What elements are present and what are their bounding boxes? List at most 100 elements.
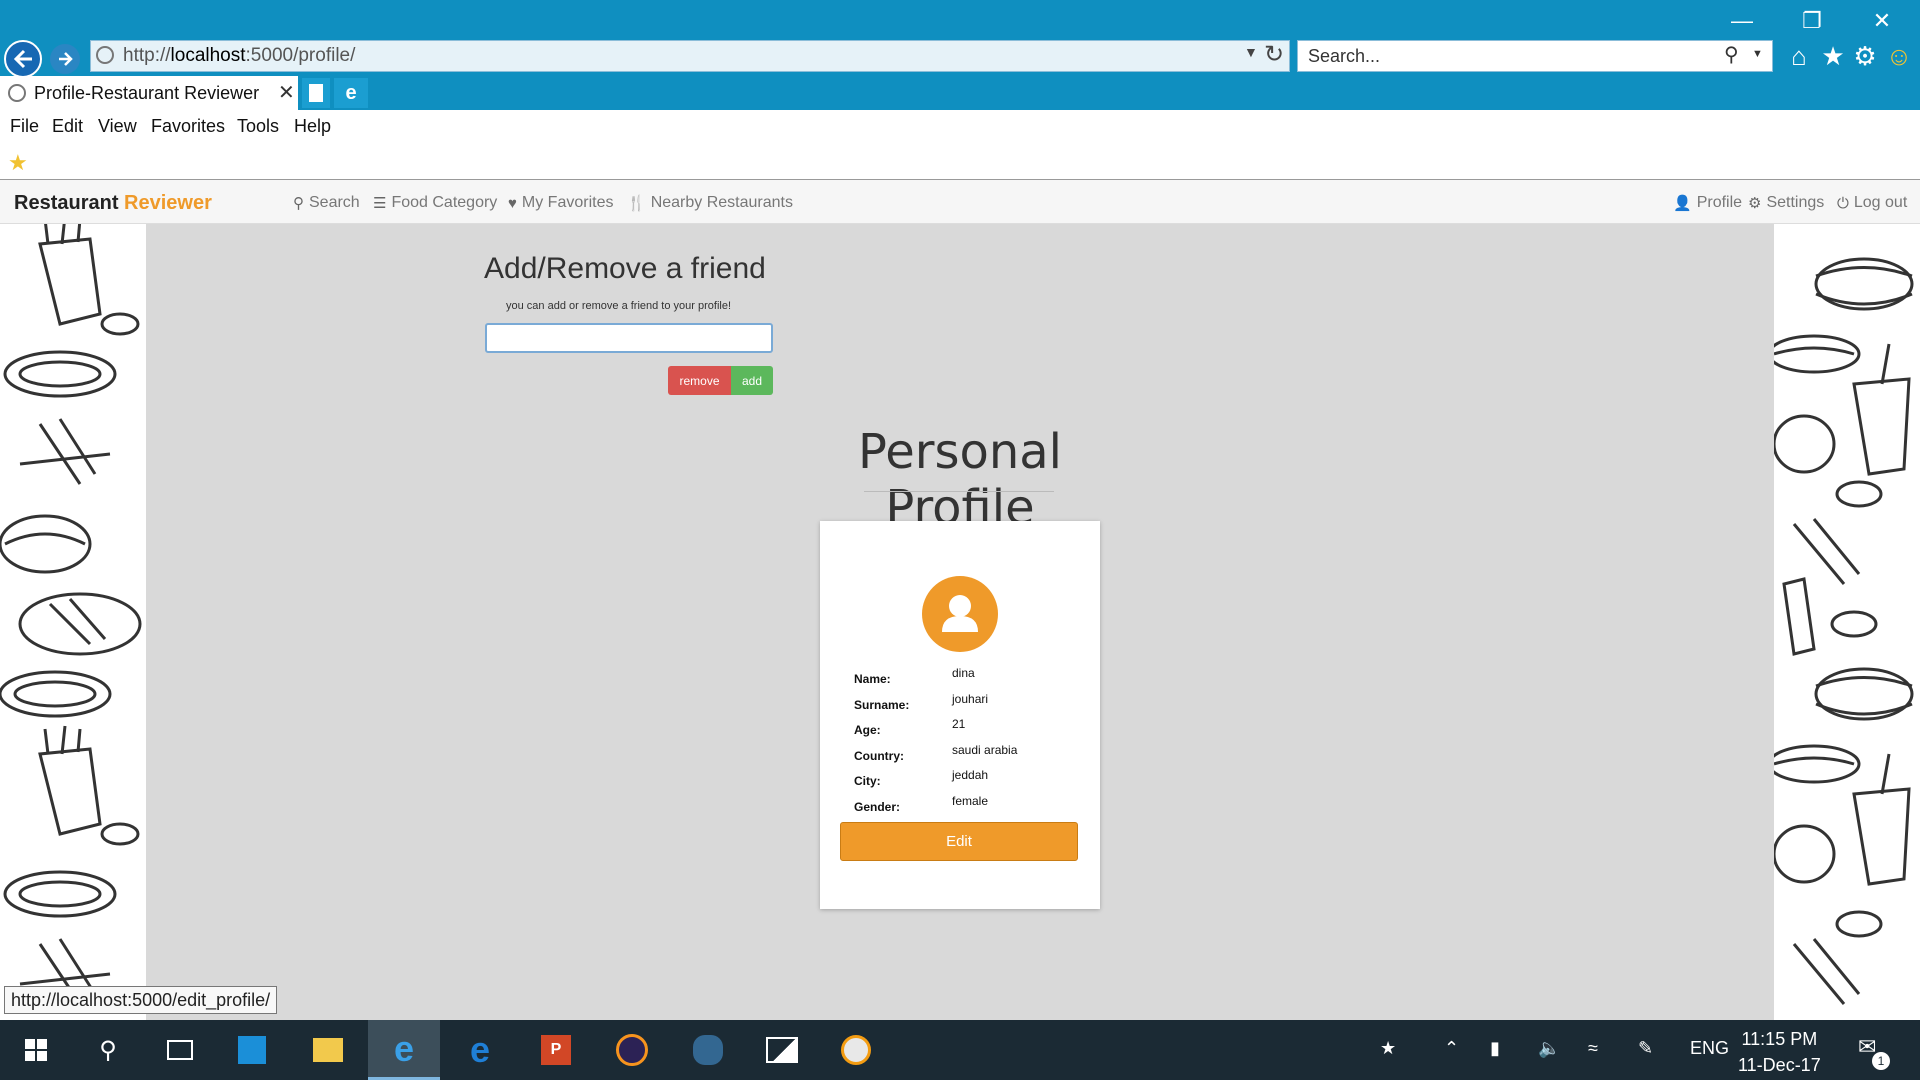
menu-file[interactable]: File xyxy=(10,116,39,137)
menu-help[interactable]: Help xyxy=(294,116,331,137)
taskbar-paint[interactable] xyxy=(820,1020,892,1080)
nav-my-favorites-label: My Favorites xyxy=(521,194,614,211)
status-url-tooltip: http://localhost:5000/edit_profile/ xyxy=(4,986,278,1014)
brand-main: Restaurant xyxy=(14,192,125,214)
browser-search-input[interactable]: Search... xyxy=(1297,40,1773,72)
friend-username-input[interactable] xyxy=(485,323,773,353)
profile-title: Personal Profile xyxy=(857,424,1063,536)
add-favorites-bar-icon[interactable]: ★ xyxy=(8,150,28,176)
list-icon: ☰ xyxy=(373,195,387,212)
nav-settings[interactable]: ⚙ Settings xyxy=(1748,194,1824,212)
wifi-icon[interactable]: ≈ xyxy=(1588,1038,1598,1059)
taskbar-edge[interactable]: e xyxy=(444,1020,516,1080)
nav-profile[interactable]: 👤 Profile xyxy=(1673,194,1742,212)
folder-icon xyxy=(313,1038,343,1062)
taskbar-search-button[interactable]: ⚲ xyxy=(72,1020,144,1080)
power-icon: ⏻ xyxy=(1837,194,1849,212)
url-path: :5000/profile/ xyxy=(245,45,356,66)
address-dropdown-icon[interactable]: ▼ xyxy=(1244,44,1258,60)
back-button[interactable] xyxy=(4,40,42,78)
smiley-feedback-icon[interactable]: ☺ xyxy=(1884,40,1914,72)
elephant-icon xyxy=(693,1035,723,1065)
favorites-star-icon[interactable]: ★ xyxy=(1818,40,1848,72)
nav-my-favorites[interactable]: ♥ My Favorites xyxy=(508,194,613,212)
browser-tab-active[interactable]: Profile-Restaurant Reviewer xyxy=(0,76,298,110)
home-icon[interactable]: ⌂ xyxy=(1784,40,1814,72)
nav-search[interactable]: ⚲ Search xyxy=(293,194,360,212)
food-doodle-illustration xyxy=(1774,257,1914,1005)
taskbar-eclipse[interactable] xyxy=(596,1020,668,1080)
search-icon: ⚲ xyxy=(99,1036,117,1064)
heart-icon: ♥ xyxy=(508,194,517,212)
edge-icon: e xyxy=(469,1029,491,1070)
avatar xyxy=(922,576,998,652)
title-divider xyxy=(864,491,1054,492)
age-value: 21 xyxy=(952,717,966,731)
start-button[interactable] xyxy=(0,1020,72,1080)
tools-gear-icon[interactable]: ⚙ xyxy=(1850,40,1880,72)
age-label: Age: xyxy=(854,723,881,737)
restore-icon[interactable]: ❐ xyxy=(1782,4,1842,38)
nav-search-label: Search xyxy=(309,194,360,211)
windows-logo-icon xyxy=(25,1039,47,1061)
nav-logout[interactable]: ⏻ Log out xyxy=(1837,194,1907,212)
pen-icon[interactable]: ✎ xyxy=(1638,1038,1653,1059)
new-tab-button[interactable] xyxy=(302,78,330,108)
refresh-icon[interactable]: ↻ xyxy=(1264,40,1284,69)
url-host: localhost xyxy=(170,45,246,66)
taskbar-photos[interactable] xyxy=(746,1020,818,1080)
nav-logout-label: Log out xyxy=(1853,194,1908,211)
nav-nearby-restaurants[interactable]: 🍴 Nearby Restaurants xyxy=(627,194,793,212)
edge-tab-button[interactable]: e xyxy=(334,78,368,108)
brand-accent: Reviewer xyxy=(124,192,212,214)
minimize-icon[interactable]: — xyxy=(1712,4,1772,38)
menu-view[interactable]: View xyxy=(98,116,137,137)
search-dropdown-icon[interactable]: ▼ xyxy=(1752,48,1763,60)
taskbar-internet-explorer[interactable]: e xyxy=(368,1020,440,1080)
cutlery-icon: 🍴 xyxy=(627,195,646,212)
add-friend-button[interactable]: add xyxy=(731,366,773,395)
volume-icon[interactable]: 🔈 xyxy=(1538,1038,1560,1059)
show-hidden-icons-icon[interactable]: ⌃ xyxy=(1444,1038,1459,1059)
site-favicon-icon xyxy=(96,46,114,64)
arrow-right-icon xyxy=(59,52,73,66)
language-indicator[interactable]: ENG xyxy=(1690,1038,1729,1059)
nav-food-category-label: Food Category xyxy=(391,194,498,211)
taskbar-clock[interactable]: 11:15 PM 11-Dec-17 xyxy=(1738,1026,1821,1078)
search-placeholder: Search... xyxy=(1308,45,1381,66)
city-label: City: xyxy=(854,774,881,788)
close-window-icon[interactable]: ✕ xyxy=(1852,4,1912,38)
nav-profile-label: Profile xyxy=(1696,194,1743,211)
forward-button[interactable] xyxy=(50,44,80,74)
menu-favorites[interactable]: Favorites xyxy=(151,116,225,137)
gear-icon: ⚙ xyxy=(1748,195,1762,212)
palette-icon xyxy=(841,1035,871,1065)
taskbar-file-explorer[interactable] xyxy=(292,1020,364,1080)
nav-food-category[interactable]: ☰ Food Category xyxy=(373,194,497,212)
country-value: saudi arabia xyxy=(952,743,1018,757)
battery-icon[interactable]: ▮ xyxy=(1490,1038,1500,1059)
tab-close-icon[interactable]: ✕ xyxy=(278,80,295,105)
gender-value: female xyxy=(952,794,989,808)
address-bar[interactable]: http://localhost:5000/profile/ xyxy=(90,40,1290,72)
remove-friend-button[interactable]: remove xyxy=(668,366,731,395)
eclipse-icon xyxy=(616,1034,648,1066)
url-scheme: http:// xyxy=(123,45,171,66)
tab-title: Profile-Restaurant Reviewer xyxy=(34,82,260,103)
edit-profile-button[interactable]: Edit xyxy=(840,822,1078,861)
taskbar-powerpoint[interactable]: P xyxy=(520,1020,592,1080)
powerpoint-icon: P xyxy=(541,1035,571,1065)
search-icon[interactable]: ⚲ xyxy=(1724,42,1739,67)
taskbar-app-store[interactable] xyxy=(216,1020,288,1080)
right-food-doodle-panel xyxy=(1774,224,1920,1020)
name-label: Name: xyxy=(854,672,891,686)
friend-section-subtitle: you can add or remove a friend to your p… xyxy=(506,300,732,312)
left-food-doodle-panel xyxy=(0,224,146,1020)
menu-tools[interactable]: Tools xyxy=(237,116,279,137)
site-brand[interactable]: Restaurant Reviewer xyxy=(14,192,212,215)
people-icon[interactable]: ★ xyxy=(1380,1038,1396,1059)
taskbar-pgadmin[interactable] xyxy=(672,1020,744,1080)
menu-edit[interactable]: Edit xyxy=(52,116,83,137)
tab-favicon-icon xyxy=(8,84,26,102)
task-view-button[interactable] xyxy=(144,1020,216,1080)
